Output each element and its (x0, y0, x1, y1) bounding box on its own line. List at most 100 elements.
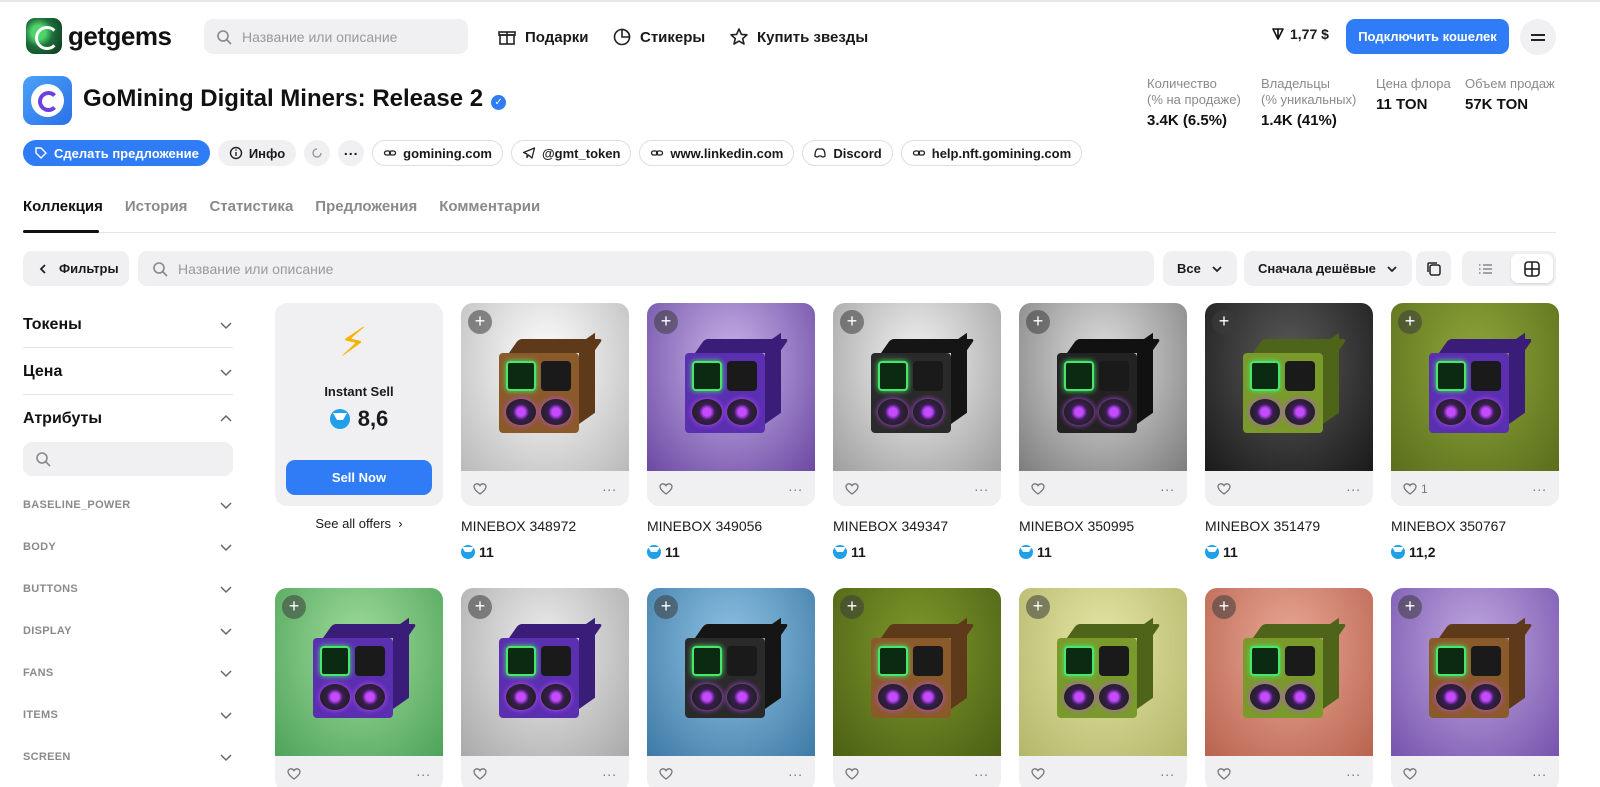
nft-card[interactable]: +... MINEBOX 349056 11 (647, 303, 815, 560)
add-to-cart-button[interactable]: + (1026, 310, 1050, 334)
nft-card[interactable]: +... (647, 588, 815, 787)
attribute-items[interactable]: ITEMS (23, 708, 233, 722)
link-website[interactable]: gomining.com (372, 140, 503, 166)
more-button[interactable]: ... (338, 140, 365, 166)
nft-card[interactable]: +... MINEBOX 351479 11 (1205, 303, 1373, 560)
multi-select-button[interactable] (1416, 251, 1451, 286)
attribute-screen[interactable]: SCREEN (23, 750, 233, 764)
attribute-buttons[interactable]: BUTTONS (23, 582, 233, 596)
add-to-cart-button[interactable]: + (654, 595, 678, 619)
add-to-cart-button[interactable]: + (1212, 595, 1236, 619)
nft-card[interactable]: +... (1019, 588, 1187, 787)
like-button[interactable] (659, 767, 673, 781)
attribute-display[interactable]: DISPLAY (23, 624, 233, 638)
like-button[interactable] (1403, 767, 1417, 781)
like-button[interactable] (473, 767, 487, 781)
tab-statistics[interactable]: Статистика (209, 198, 293, 215)
nft-card[interactable]: +... MINEBOX 350995 11 (1019, 303, 1187, 560)
nft-card[interactable]: +1... MINEBOX 350767 11,2 (1391, 303, 1559, 560)
more-icon[interactable]: ... (1532, 478, 1547, 494)
nft-card[interactable]: +... (275, 588, 443, 787)
filter-group-price[interactable]: Цена (23, 363, 233, 381)
nft-image[interactable]: + (1391, 303, 1559, 471)
nft-card[interactable]: +... (1205, 588, 1373, 787)
nav-gifts[interactable]: Подарки (497, 24, 589, 50)
nav-stickers[interactable]: Стикеры (612, 24, 705, 50)
make-offer-button[interactable]: Сделать предложение (23, 140, 210, 166)
tab-comments[interactable]: Комментарии (439, 198, 540, 215)
more-icon[interactable]: ... (416, 763, 431, 779)
tab-collection[interactable]: Коллекция (23, 198, 103, 215)
attribute-baseline-power[interactable]: BASELINE_POWER (23, 498, 233, 512)
nav-buy-stars[interactable]: Купить звезды (729, 24, 868, 50)
attribute-fans[interactable]: FANS (23, 666, 233, 680)
nft-image[interactable]: + (833, 588, 1001, 756)
more-icon[interactable]: ... (1346, 478, 1361, 494)
logo[interactable]: getgems (26, 18, 172, 54)
link-linkedin[interactable]: www.linkedin.com (639, 140, 795, 166)
add-to-cart-button[interactable]: + (282, 595, 306, 619)
list-view-button[interactable] (1465, 254, 1507, 283)
nft-image[interactable]: + (647, 303, 815, 471)
like-button[interactable] (845, 767, 859, 781)
add-to-cart-button[interactable]: + (468, 310, 492, 334)
add-to-cart-button[interactable]: + (840, 310, 864, 334)
see-all-offers-link[interactable]: See all offers › (275, 516, 443, 531)
connect-wallet-button[interactable]: Подключить кошелек (1346, 19, 1509, 54)
more-icon[interactable]: ... (1346, 763, 1361, 779)
nft-image[interactable]: + (1019, 588, 1187, 756)
filter-group-tokens[interactable]: Токены (23, 316, 233, 334)
sell-now-button[interactable]: Sell Now (286, 460, 432, 495)
like-button[interactable] (473, 482, 491, 496)
nft-image[interactable]: + (461, 588, 629, 756)
collection-search-input[interactable]: Название или описание (138, 251, 1154, 286)
more-icon[interactable]: ... (602, 478, 617, 494)
sort-dropdown[interactable]: Сначала дешёвые (1244, 251, 1412, 286)
add-to-cart-button[interactable]: + (1026, 595, 1050, 619)
add-to-cart-button[interactable]: + (1398, 310, 1422, 334)
add-to-cart-button[interactable]: + (840, 595, 864, 619)
like-button[interactable] (659, 482, 677, 496)
more-icon[interactable]: ... (1160, 478, 1175, 494)
nft-card[interactable]: +... MINEBOX 348972 11 (461, 303, 629, 560)
header-search-input[interactable]: Название или описание (204, 19, 468, 54)
more-icon[interactable]: ... (602, 763, 617, 779)
nft-image[interactable]: + (1205, 303, 1373, 471)
attribute-body[interactable]: BODY (23, 540, 233, 554)
info-button[interactable]: Инфо (217, 140, 297, 166)
like-button[interactable] (1031, 767, 1045, 781)
like-button[interactable] (287, 767, 301, 781)
more-icon[interactable]: ... (788, 478, 803, 494)
nft-image[interactable]: + (461, 303, 629, 471)
grid-view-button[interactable] (1511, 254, 1553, 283)
filters-button[interactable]: Фильтры (23, 251, 129, 286)
nft-image[interactable]: + (647, 588, 815, 756)
menu-button[interactable] (1520, 19, 1556, 55)
filter-group-attributes[interactable]: Атрибуты (23, 410, 233, 428)
more-icon[interactable]: ... (1160, 763, 1175, 779)
tab-offers[interactable]: Предложения (315, 198, 417, 215)
nft-image[interactable]: + (1391, 588, 1559, 756)
nft-card[interactable]: +... (1391, 588, 1559, 787)
like-button[interactable] (1217, 767, 1231, 781)
nft-image[interactable]: + (1019, 303, 1187, 471)
nft-image[interactable]: + (833, 303, 1001, 471)
link-help[interactable]: help.nft.gomining.com (900, 140, 1083, 166)
nft-card[interactable]: +... MINEBOX 349347 11 (833, 303, 1001, 560)
refresh-button[interactable] (304, 140, 331, 166)
nft-card[interactable]: +... (833, 588, 1001, 787)
like-button[interactable] (1031, 482, 1049, 496)
filter-all-dropdown[interactable]: Все (1163, 251, 1237, 286)
more-icon[interactable]: ... (974, 763, 989, 779)
tab-history[interactable]: История (125, 198, 188, 215)
more-icon[interactable]: ... (974, 478, 989, 494)
nft-image[interactable]: + (1205, 588, 1373, 756)
nft-card[interactable]: +... (461, 588, 629, 787)
like-button[interactable]: 1 (1403, 482, 1428, 496)
like-button[interactable] (845, 482, 863, 496)
more-icon[interactable]: ... (788, 763, 803, 779)
link-telegram[interactable]: @gmt_token (511, 140, 632, 166)
link-discord[interactable]: Discord (802, 140, 893, 166)
add-to-cart-button[interactable]: + (654, 310, 678, 334)
add-to-cart-button[interactable]: + (468, 595, 492, 619)
